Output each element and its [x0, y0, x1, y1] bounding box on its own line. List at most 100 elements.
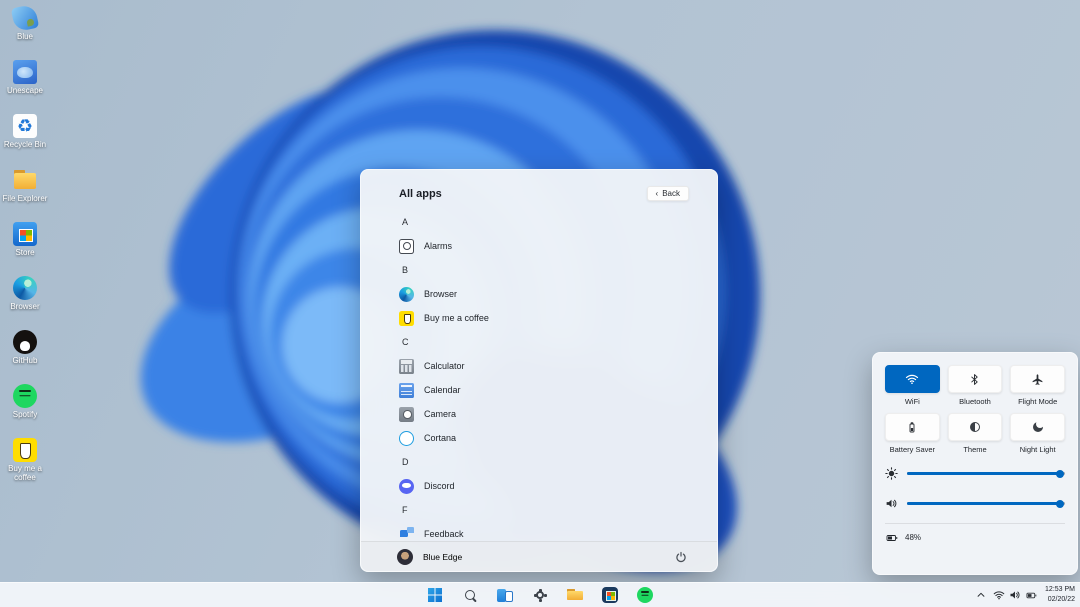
tray-time: 12:53 PM: [1045, 585, 1075, 595]
user-account-button[interactable]: Blue Edge: [397, 549, 462, 565]
edge-browser-icon: [399, 287, 414, 302]
quick-settings-sliders: [885, 467, 1065, 510]
section-letter-a[interactable]: A: [399, 210, 703, 234]
desktop-icon-label: Unescape: [2, 86, 48, 95]
desktop-icon-store[interactable]: Store: [2, 222, 48, 268]
theme-toggle[interactable]: [948, 413, 1003, 441]
night-light-icon: [1033, 422, 1043, 432]
volume-thumb[interactable]: [1056, 500, 1064, 508]
app-label: Calendar: [424, 385, 461, 395]
power-icon: [675, 551, 687, 563]
desktop-icon-label: GitHub: [2, 356, 48, 365]
wifi-toggle[interactable]: [885, 365, 940, 393]
app-item-discord[interactable]: Discord: [399, 474, 703, 498]
app-label: Cortana: [424, 433, 456, 443]
back-button-label: Back: [662, 189, 680, 198]
chevron-up-icon: [976, 590, 986, 600]
discord-icon: [399, 479, 414, 494]
network-volume-battery-button[interactable]: [993, 589, 1038, 601]
flight-mode-toggle[interactable]: [1010, 365, 1065, 393]
desktop-icon-unescape[interactable]: Unescape: [2, 60, 48, 106]
brightness-slider[interactable]: [885, 467, 1065, 480]
back-button[interactable]: ‹ Back: [647, 186, 689, 201]
windows-logo-icon: [428, 588, 442, 602]
power-button[interactable]: [675, 551, 687, 563]
desktop-icon-label: Buy me a coffee: [2, 464, 48, 482]
recycle-bin-icon: [13, 114, 37, 138]
desktop-icon-buy-me-a-coffee[interactable]: Buy me a coffee: [2, 438, 48, 484]
user-name: Blue Edge: [423, 552, 462, 562]
desktop-icon-label: Recycle Bin: [2, 140, 48, 149]
section-letter-c[interactable]: C: [399, 330, 703, 354]
quick-settings-grid: WiFi Bluetooth Flight Mode: [885, 365, 1065, 454]
clock-button[interactable]: 12:53 PM 02/20/22: [1045, 585, 1075, 605]
desktop-icon-label: File Explorer: [2, 194, 48, 203]
search-button[interactable]: [458, 584, 482, 606]
app-item-calendar[interactable]: Calendar: [399, 378, 703, 402]
desktop-icon-browser[interactable]: Browser: [2, 276, 48, 322]
app-item-buy-me-a-coffee[interactable]: Buy me a coffee: [399, 306, 703, 330]
battery-icon: [885, 532, 899, 544]
user-avatar: [397, 549, 413, 565]
desktop-icon-recycle-bin[interactable]: Recycle Bin: [2, 114, 48, 160]
settings-button[interactable]: [528, 584, 552, 606]
start-button[interactable]: [423, 584, 447, 606]
task-view-button[interactable]: [493, 584, 517, 606]
unescape-icon: [13, 60, 37, 84]
start-menu-all-apps: All apps ‹ Back A Alarms B Browser Buy m…: [360, 169, 718, 572]
desktop-icon-spotify[interactable]: Spotify: [2, 384, 48, 430]
desktop-icon-blue[interactable]: Blue: [2, 6, 48, 52]
app-item-alarms[interactable]: Alarms: [399, 234, 703, 258]
desktop-icon-column: Blue Unescape Recycle Bin File Explorer …: [2, 6, 48, 492]
app-item-calculator[interactable]: Calculator: [399, 354, 703, 378]
desktop-icon-label: Browser: [2, 302, 48, 311]
desktop-icon-file-explorer[interactable]: File Explorer: [2, 168, 48, 214]
github-icon: [13, 330, 37, 354]
battery-icon: [1025, 590, 1038, 601]
brightness-fill: [907, 472, 1060, 475]
section-letter-f[interactable]: F: [399, 498, 703, 522]
tile-label-theme: Theme: [963, 445, 986, 454]
brightness-track[interactable]: [907, 472, 1065, 475]
app-item-camera[interactable]: Camera: [399, 402, 703, 426]
store-bag-icon: [13, 222, 37, 246]
file-explorer-button[interactable]: [563, 584, 587, 606]
battery-saver-toggle[interactable]: [885, 413, 940, 441]
night-light-toggle[interactable]: [1010, 413, 1065, 441]
spotify-button[interactable]: [633, 584, 657, 606]
tray-date: 02/20/22: [1045, 595, 1075, 605]
section-letter-d[interactable]: D: [399, 450, 703, 474]
coffee-icon: [13, 438, 37, 462]
coffee-icon: [399, 311, 414, 326]
brightness-thumb[interactable]: [1056, 470, 1064, 478]
tile-label-bluetooth: Bluetooth: [959, 397, 991, 406]
sun-icon: [885, 467, 898, 480]
all-apps-list: A Alarms B Browser Buy me a coffee C Cal…: [399, 210, 703, 546]
system-tray: 12:53 PM 02/20/22: [976, 583, 1075, 607]
blue-kite-icon: [11, 4, 39, 32]
volume-track[interactable]: [907, 502, 1065, 505]
store-button[interactable]: [598, 584, 622, 606]
speaker-icon: [885, 497, 898, 510]
hidden-icons-button[interactable]: [976, 590, 986, 600]
gear-icon: [534, 589, 547, 602]
task-view-icon: [497, 589, 513, 602]
section-letter-b[interactable]: B: [399, 258, 703, 282]
chevron-left-icon: ‹: [656, 189, 659, 198]
camera-icon: [399, 407, 414, 422]
desktop-icon-github[interactable]: GitHub: [2, 330, 48, 376]
bluetooth-icon: [968, 373, 981, 386]
battery-saver-icon: [906, 421, 918, 434]
app-item-cortana[interactable]: Cortana: [399, 426, 703, 450]
airplane-icon: [1031, 373, 1044, 386]
speaker-icon: [1009, 589, 1021, 601]
battery-status-row[interactable]: 48%: [885, 523, 1065, 551]
bluetooth-toggle[interactable]: [948, 365, 1003, 393]
app-item-browser[interactable]: Browser: [399, 282, 703, 306]
feedback-icon: [399, 527, 414, 542]
cortana-icon: [399, 431, 414, 446]
alarms-icon: [399, 239, 414, 254]
tile-label-wifi: WiFi: [905, 397, 920, 406]
volume-slider[interactable]: [885, 497, 1065, 510]
app-label: Calculator: [424, 361, 465, 371]
